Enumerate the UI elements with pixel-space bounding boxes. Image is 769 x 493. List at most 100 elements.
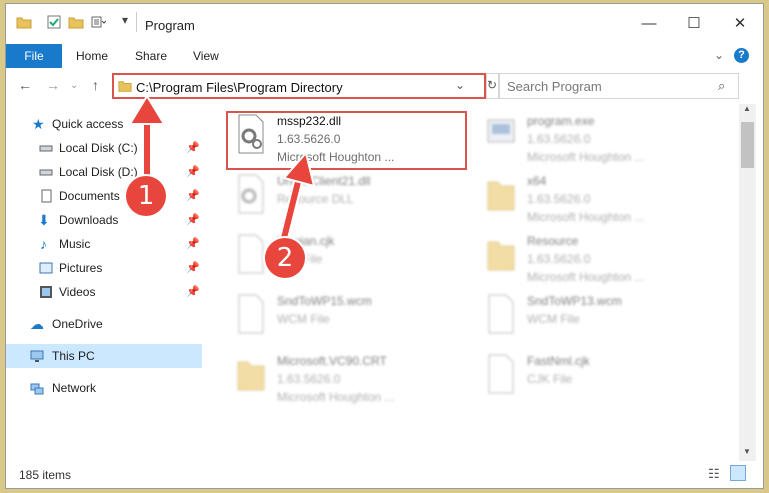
- star-icon: ★: [32, 116, 45, 132]
- recent-locations-icon[interactable]: ⌄: [70, 80, 78, 91]
- large-icons-view-icon[interactable]: [730, 465, 746, 481]
- dll-gear-icon: [238, 174, 264, 214]
- pin-icon[interactable]: 📌: [186, 256, 200, 280]
- sidebar-item-local-disk-d[interactable]: Local Disk (D:) 📌: [6, 160, 202, 184]
- exe-icon: [487, 119, 515, 143]
- tab-share[interactable]: Share: [135, 44, 167, 68]
- file-item-sndtowp15-wcm[interactable]: SndToWP15.wcm WCM File: [222, 290, 452, 346]
- details-view-icon[interactable]: ☷: [708, 466, 720, 482]
- folder-icon: [487, 241, 515, 271]
- drive-icon: [39, 169, 53, 176]
- pin-icon[interactable]: 📌: [186, 208, 200, 232]
- file-version: 1.63.5626.0: [277, 372, 341, 386]
- file-version: 1.63.5626.0: [527, 132, 591, 146]
- sidebar-item-network[interactable]: Network: [6, 376, 202, 400]
- customize-toolbar-icon[interactable]: [90, 14, 106, 30]
- sidebar-item-pictures[interactable]: Pictures 📌: [6, 256, 202, 280]
- file-name: program.exe: [527, 114, 595, 128]
- close-button[interactable]: ✕: [717, 9, 763, 39]
- step-2-badge: 2: [265, 238, 305, 278]
- sidebar-item-local-disk-c[interactable]: Local Disk (C:) 📌: [6, 136, 202, 160]
- refresh-icon: ↻: [487, 78, 498, 92]
- back-arrow-icon[interactable]: ←: [18, 77, 32, 93]
- tab-home[interactable]: Home: [76, 44, 108, 68]
- title-divider: [136, 12, 137, 32]
- file-icon: [238, 294, 264, 334]
- file-name: Resource: [527, 234, 579, 248]
- help-icon[interactable]: ?: [734, 48, 749, 63]
- sidebar-item-label: Local Disk (C:): [59, 141, 138, 155]
- file-item-bgwian-cjk[interactable]: Bgwian.cjk CJK File: [222, 230, 452, 286]
- sidebar-item-documents[interactable]: Documents 📌: [6, 184, 202, 208]
- file-name: Microsoft.VC90.CRT: [277, 354, 387, 368]
- file-name: SndToWP13.wcm: [527, 294, 622, 308]
- quick-access-dropdown-icon[interactable]: ▾: [122, 13, 128, 27]
- sidebar-item-downloads[interactable]: ⬇ Downloads 📌: [6, 208, 202, 232]
- maximize-button[interactable]: ☐: [671, 9, 717, 39]
- file-item-sndtowp13-wcm[interactable]: SndToWP13.wcm WCM File: [472, 290, 702, 346]
- forward-arrow-icon[interactable]: →: [46, 77, 60, 93]
- sidebar-item-label: Network: [52, 381, 97, 395]
- sidebar-item-music[interactable]: ♪ Music 📌: [6, 232, 202, 256]
- window-title: Program: [145, 18, 195, 33]
- pin-icon[interactable]: 📌: [186, 232, 200, 256]
- up-arrow-icon[interactable]: ↑: [92, 77, 99, 93]
- scroll-up-icon[interactable]: ▲: [743, 104, 751, 113]
- file-item-resource[interactable]: Resource 1.63.5626.0 Microsoft Houghton …: [472, 230, 702, 286]
- minimize-button[interactable]: —: [626, 9, 672, 39]
- file-name: x64: [527, 174, 547, 188]
- vertical-scrollbar[interactable]: ▲ ▼: [739, 104, 756, 461]
- highlighted-file-outline: [226, 111, 467, 170]
- cloud-icon: ☁: [30, 316, 44, 332]
- file-item-fastnml-cjk[interactable]: FastNml.cjk CJK File: [472, 350, 702, 406]
- file-version: 1.63.5626.0: [527, 192, 591, 206]
- sidebar-item-this-pc[interactable]: This PC: [6, 344, 202, 368]
- scroll-down-icon[interactable]: ▼: [743, 447, 751, 456]
- sidebar-item-label: Pictures: [59, 261, 103, 275]
- file-icon: [488, 354, 514, 394]
- tab-file[interactable]: File: [6, 44, 62, 68]
- computer-icon: [30, 350, 44, 362]
- file-company: Microsoft Houghton ...: [527, 270, 645, 284]
- search-icon: ⌕: [718, 78, 726, 93]
- address-dropdown-icon[interactable]: ⌄: [455, 78, 465, 92]
- address-path: C:\Program Files\Program Directory: [136, 80, 343, 95]
- network-icon: [30, 383, 44, 395]
- pin-icon[interactable]: 📌: [186, 136, 200, 160]
- sidebar-item-label: Documents: [59, 189, 120, 203]
- drive-icon: [39, 145, 53, 152]
- sidebar-item-label: Music: [59, 237, 91, 251]
- file-version: 1.63.5626.0: [527, 252, 591, 266]
- address-bar[interactable]: C:\Program Files\Program Directory ⌄: [112, 73, 486, 99]
- file-type: Resource DLL: [277, 192, 354, 206]
- file-item-microsoft-vc90-crt[interactable]: Microsoft.VC90.CRT 1.63.5626.0 Microsoft…: [222, 350, 452, 406]
- navigation-bar: ← → ⌄ ↑ C:\Program Files\Program Directo…: [6, 68, 763, 104]
- properties-icon[interactable]: [46, 14, 62, 30]
- pin-icon[interactable]: 📌: [186, 160, 200, 184]
- file-type: CJK File: [527, 372, 573, 386]
- tab-view[interactable]: View: [193, 44, 219, 68]
- file-item-program-exe[interactable]: program.exe 1.63.5626.0 Microsoft Hought…: [472, 110, 702, 166]
- pictures-icon: [39, 262, 53, 274]
- file-item-uninstclient21-dll[interactable]: UninstClient21.dll Resource DLL: [222, 170, 452, 226]
- pin-icon[interactable]: 📌: [186, 280, 200, 304]
- sidebar-item-onedrive[interactable]: ☁ OneDrive: [6, 312, 202, 336]
- folder-icon: [16, 17, 32, 29]
- file-explorer-window: ▾ Program — ☐ ✕ File Home Share View ⌄ ?…: [6, 4, 763, 488]
- navigation-pane: ★ Quick access Local Disk (C:) 📌 Local D…: [6, 104, 202, 461]
- scroll-thumb[interactable]: [741, 122, 754, 168]
- file-type: WCM File: [277, 312, 330, 326]
- refresh-button[interactable]: ↻: [486, 73, 499, 99]
- sidebar-item-quick-access[interactable]: ★ Quick access: [6, 112, 202, 136]
- sidebar-item-videos[interactable]: Videos 📌: [6, 280, 202, 304]
- sidebar-item-label: Downloads: [59, 213, 119, 227]
- file-company: Microsoft Houghton ...: [527, 210, 645, 224]
- file-item-x64[interactable]: x64 1.63.5626.0 Microsoft Houghton ...: [472, 170, 702, 226]
- new-folder-icon[interactable]: [68, 14, 84, 30]
- chevron-down-icon[interactable]: ⌄: [714, 48, 724, 62]
- sidebar-item-label: Quick access: [52, 117, 124, 131]
- file-icon: [238, 234, 264, 274]
- pin-icon[interactable]: 📌: [186, 184, 200, 208]
- search-box[interactable]: Search Program ⌕: [499, 73, 739, 99]
- file-name: UninstClient21.dll: [277, 174, 371, 188]
